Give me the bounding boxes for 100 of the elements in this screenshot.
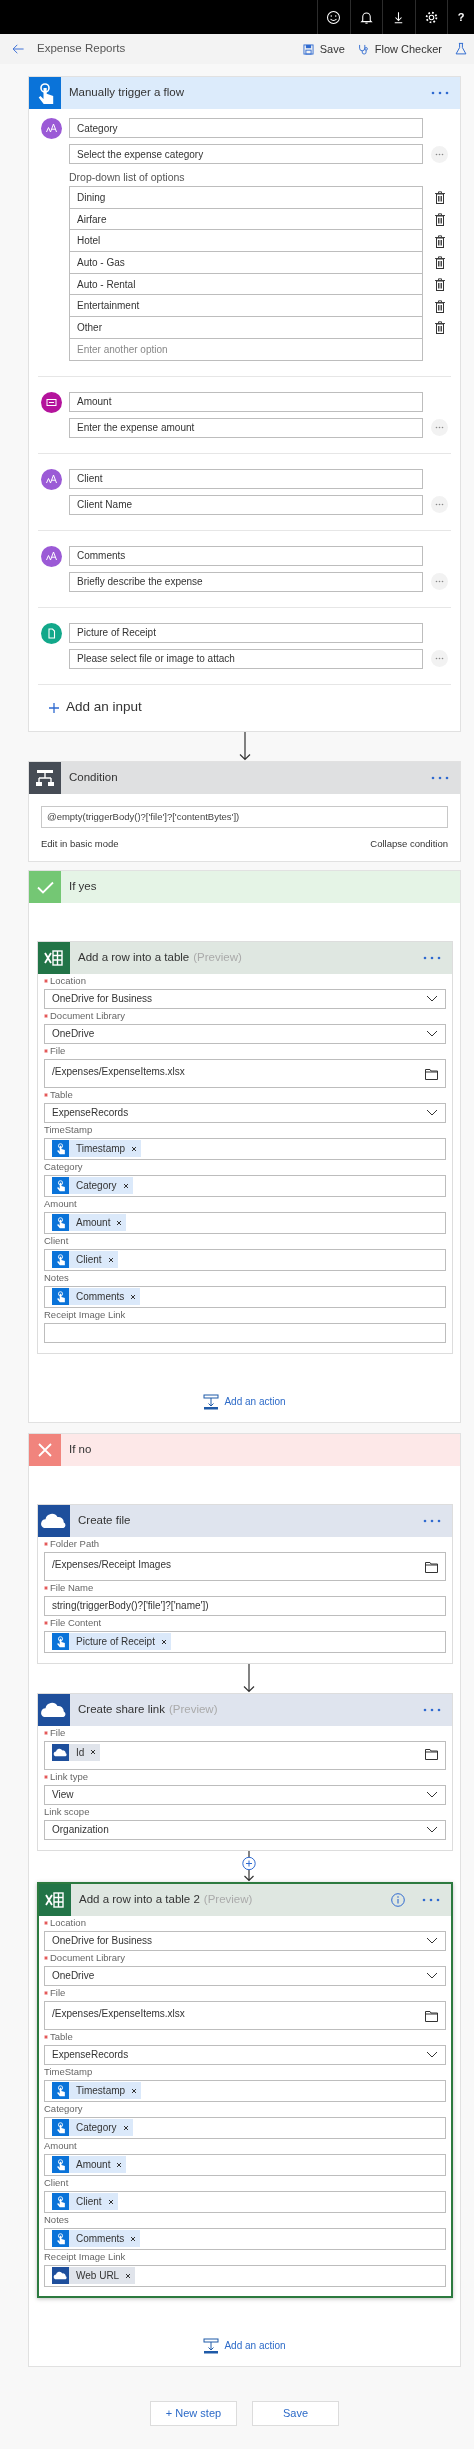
chevron-icon[interactable] [426, 2051, 438, 2059]
save-button[interactable]: Save [301, 40, 345, 58]
add-input-button[interactable]: Add an input [49, 697, 142, 718]
token-chip[interactable]: Client [52, 1251, 118, 1269]
remove-icon[interactable] [131, 1145, 138, 1152]
more-icon[interactable] [422, 1706, 442, 1713]
input-name-field[interactable]: Comments [69, 545, 423, 566]
option-field[interactable]: Dining [69, 186, 423, 209]
remove-icon[interactable] [131, 2087, 138, 2094]
file-picker-field[interactable]: /Expenses/ExpenseItems.xlsx [44, 1058, 446, 1088]
input-description-field[interactable]: Enter the expense amount [69, 417, 423, 438]
token-field[interactable]: Timestamp [44, 2079, 446, 2102]
feedback-smiley-icon[interactable] [326, 9, 342, 25]
help-button[interactable]: ? [457, 8, 465, 26]
notification-bell-icon[interactable] [358, 9, 374, 25]
remove-icon[interactable] [90, 1749, 97, 1756]
back-arrow-icon[interactable] [11, 42, 25, 56]
file-picker-field[interactable]: Id [44, 1740, 446, 1770]
remove-icon[interactable] [122, 1182, 129, 1189]
token-field[interactable]: Category [44, 1174, 446, 1197]
dropdown[interactable]: OneDrive for Business [44, 1930, 446, 1951]
token-field[interactable]: Timestamp [44, 1137, 446, 1160]
token-chip[interactable]: Comments [52, 1288, 141, 1306]
save-button[interactable]: Save [252, 2400, 339, 2426]
token-field[interactable]: Amount [44, 1211, 446, 1234]
new-step-button[interactable]: + New step [150, 2400, 237, 2426]
file-picker-field[interactable]: /Expenses/ExpenseItems.xlsx [44, 2000, 446, 2030]
dropdown[interactable]: OneDrive for Business [44, 988, 446, 1009]
trash-icon[interactable] [435, 234, 445, 248]
trash-icon[interactable] [435, 213, 445, 227]
token-chip[interactable]: Picture of Receipt [52, 1633, 171, 1651]
option-field[interactable]: Other [69, 316, 423, 339]
text-field[interactable]: string(triggerBody()?['file']?['name']) [44, 1595, 446, 1616]
checker-button[interactable]: Flow Checker [356, 40, 442, 58]
trash-icon[interactable] [435, 299, 445, 313]
folder-icon[interactable] [425, 1561, 438, 1573]
new-option-field[interactable]: Enter another option [69, 337, 423, 361]
token-chip[interactable]: Amount [52, 2156, 127, 2174]
chevron-icon[interactable] [426, 1109, 438, 1117]
input-description-field[interactable]: Please select file or image to attach [69, 648, 423, 669]
token-chip[interactable]: Amount [52, 1214, 127, 1232]
token-field[interactable]: Picture of Receipt [44, 1630, 446, 1653]
input-description-field[interactable]: Briefly describe the expense [69, 571, 423, 592]
remove-icon[interactable] [125, 2272, 132, 2279]
token-field[interactable]: Category [44, 2116, 446, 2139]
trash-icon[interactable] [435, 190, 445, 204]
token-field[interactable]: Comments [44, 2227, 446, 2250]
token-chip[interactable]: Comments [52, 2230, 141, 2248]
settings-icon[interactable] [423, 9, 439, 25]
more-icon[interactable] [430, 90, 450, 96]
chevron-icon[interactable] [426, 1826, 438, 1834]
dropdown[interactable]: ExpenseRecords [44, 2044, 446, 2065]
input-name-field[interactable]: Category [69, 118, 423, 138]
dropdown[interactable]: Organization [44, 1819, 446, 1840]
more-icon[interactable] [422, 954, 442, 961]
token-chip[interactable]: Category [52, 1177, 133, 1195]
token-field[interactable]: Client [44, 1248, 446, 1271]
input-description-field[interactable]: Client Name [69, 494, 423, 515]
chevron-icon[interactable] [426, 995, 438, 1003]
more-icon[interactable] [421, 1896, 441, 1903]
remove-icon[interactable] [122, 2124, 129, 2131]
token-field[interactable]: Client [44, 2190, 446, 2213]
token-chip[interactable]: Timestamp [52, 1140, 142, 1158]
flask-icon[interactable] [454, 42, 468, 56]
folder-icon[interactable] [425, 1748, 438, 1760]
edit-basic-mode-link[interactable]: Edit in basic mode [41, 836, 119, 851]
dropdown[interactable]: ExpenseRecords [44, 1102, 446, 1123]
input-name-field[interactable]: Amount [69, 391, 423, 412]
more-icon[interactable] [430, 774, 450, 781]
info-icon[interactable] [391, 1892, 405, 1907]
dropdown[interactable]: View [44, 1784, 446, 1805]
chevron-icon[interactable] [426, 1972, 438, 1980]
option-field[interactable]: Auto - Gas [69, 251, 423, 274]
text-field[interactable] [44, 1322, 446, 1343]
token-chip[interactable]: Category [52, 2119, 133, 2137]
remove-icon[interactable] [130, 1293, 137, 1300]
folder-icon[interactable] [425, 1068, 438, 1080]
remove-icon[interactable] [116, 2161, 123, 2168]
expression-field[interactable]: @empty(triggerBody()?['file']?['contentBytes']) [41, 805, 448, 828]
add-action-button[interactable]: Add an action [203, 1393, 286, 1410]
remove-icon[interactable] [160, 1638, 167, 1645]
chevron-icon[interactable] [426, 1791, 438, 1799]
token-field[interactable]: Comments [44, 1285, 446, 1308]
trash-icon[interactable] [435, 278, 445, 292]
chevron-icon[interactable] [426, 1937, 438, 1945]
remove-icon[interactable] [107, 2198, 114, 2205]
option-field[interactable]: Entertainment [69, 294, 423, 318]
token-chip[interactable]: Web URL [52, 2267, 136, 2285]
chevron-icon[interactable] [426, 1030, 438, 1038]
token-chip[interactable]: Client [52, 2193, 118, 2211]
remove-icon[interactable] [130, 2235, 137, 2242]
collapse-condition-link[interactable]: Collapse condition [370, 836, 448, 851]
remove-icon[interactable] [116, 1219, 123, 1226]
input-name-field[interactable]: Picture of Receipt [69, 622, 423, 643]
input-name-field[interactable]: Client [69, 468, 423, 489]
dropdown[interactable]: OneDrive [44, 1965, 446, 1986]
input-description-field[interactable]: Select the expense category [69, 144, 423, 164]
token-field[interactable]: Web URL [44, 2264, 446, 2287]
folder-icon[interactable] [425, 2010, 438, 2022]
token-field[interactable]: Amount [44, 2153, 446, 2176]
